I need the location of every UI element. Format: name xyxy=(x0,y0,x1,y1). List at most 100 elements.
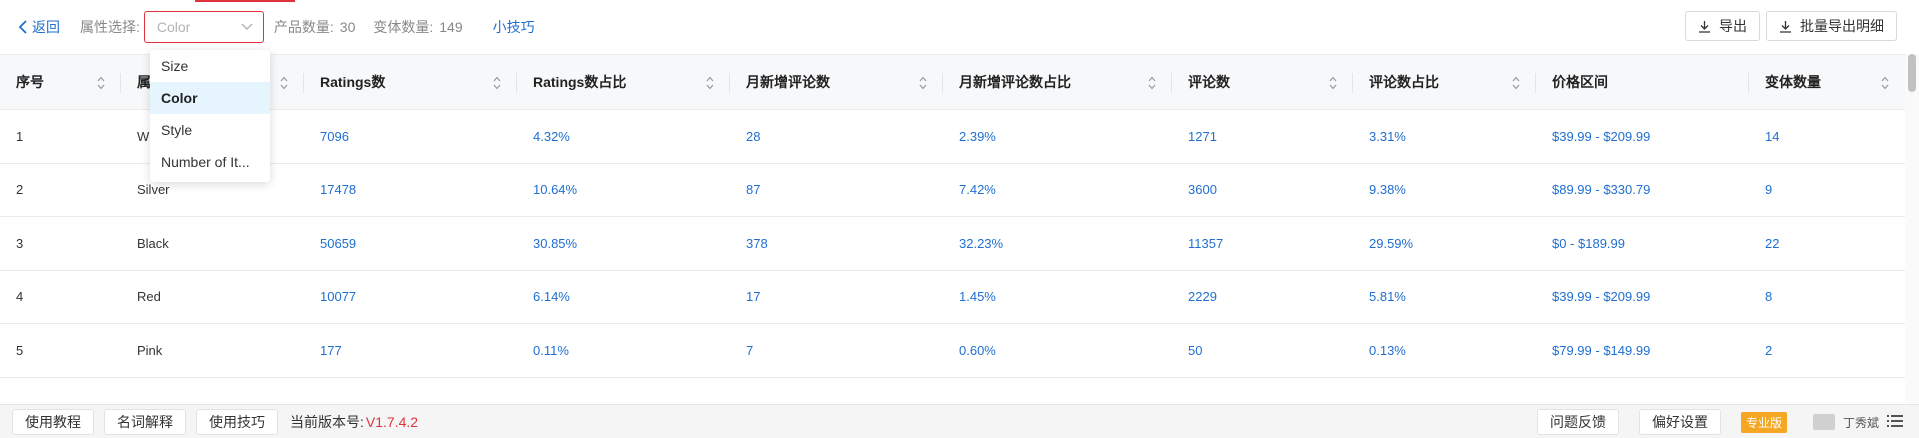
sort-icon[interactable] xyxy=(1329,76,1337,90)
table-cell-link[interactable]: 14 xyxy=(1749,110,1905,163)
dropdown-option-color[interactable]: Color xyxy=(150,82,270,114)
column-header[interactable]: Ratings数占比 xyxy=(517,55,730,109)
table-cell: 3 xyxy=(16,235,24,251)
table-cell-link[interactable]: 2.39% xyxy=(943,110,1172,163)
table-cell-link[interactable]: 8 xyxy=(1749,271,1905,324)
variant-count-label: 变体数量: xyxy=(373,19,434,35)
user-info[interactable]: 丁秀斌 xyxy=(1812,414,1903,431)
table-cell-link[interactable]: 17 xyxy=(730,271,943,324)
table-row: 2 Silver 17478 10.64% 87 7.42% 3600 9.38… xyxy=(0,164,1905,217)
table-cell-link[interactable]: 17478 xyxy=(304,164,517,217)
tips-link[interactable]: 小技巧 xyxy=(493,17,535,37)
table-cell-link[interactable]: 4.32% xyxy=(517,110,730,163)
sort-icon[interactable] xyxy=(706,76,714,90)
column-header-label: 月新增评论数占比 xyxy=(959,74,1071,90)
sort-icon[interactable] xyxy=(280,76,288,90)
sort-icon[interactable] xyxy=(97,76,105,90)
table-cell-link[interactable]: $39.99 - $209.99 xyxy=(1536,271,1749,324)
table-cell: Pink xyxy=(137,342,163,358)
dropdown-option-size[interactable]: Size xyxy=(150,50,270,82)
table-cell-link[interactable]: 87 xyxy=(730,164,943,217)
column-header-label: 序号 xyxy=(16,74,44,90)
table-cell: 4 xyxy=(16,289,24,305)
scrollbar-thumb[interactable] xyxy=(1908,54,1916,92)
column-header-label: 评论数占比 xyxy=(1369,74,1439,90)
variant-count: 变体数量: 149 xyxy=(373,17,462,37)
attribute-select[interactable]: Color xyxy=(143,11,264,43)
table-cell-link[interactable]: 29.59% xyxy=(1353,217,1536,270)
table-cell-link[interactable]: 9.38% xyxy=(1353,164,1536,217)
table-cell-link[interactable]: 1.45% xyxy=(943,271,1172,324)
table-cell-link[interactable]: 5.81% xyxy=(1353,271,1536,324)
table-cell-link[interactable]: 177 xyxy=(304,324,517,377)
dropdown-option-number-of-items[interactable]: Number of It... xyxy=(150,146,270,178)
table-cell-link[interactable]: 0.11% xyxy=(517,324,730,377)
footer-bar: 使用教程 名词解释 使用技巧 当前版本号: V1.7.4.2 问题反馈 偏好设置… xyxy=(0,404,1919,438)
sort-icon[interactable] xyxy=(493,76,501,90)
sort-icon[interactable] xyxy=(1148,76,1156,90)
table-cell-link[interactable]: $79.99 - $149.99 xyxy=(1536,324,1749,377)
table-cell-link[interactable]: 7096 xyxy=(304,110,517,163)
glossary-button[interactable]: 名词解释 xyxy=(104,408,186,435)
tutorial-button[interactable]: 使用教程 xyxy=(12,408,94,435)
export-button[interactable]: 导出 xyxy=(1685,11,1760,41)
sort-icon[interactable] xyxy=(919,76,927,90)
tips-button[interactable]: 使用技巧 xyxy=(196,408,278,435)
back-button[interactable]: 返回 xyxy=(18,17,60,37)
column-header-label: 价格区间 xyxy=(1552,74,1608,90)
preferences-button[interactable]: 偏好设置 xyxy=(1638,409,1721,435)
product-count: 产品数量: 30 xyxy=(274,17,355,37)
batch-export-button[interactable]: 批量导出明细 xyxy=(1766,11,1897,41)
table-cell-link[interactable]: $89.99 - $330.79 xyxy=(1536,164,1749,217)
version-label: 当前版本号: xyxy=(290,413,364,430)
footer-actions: 问题反馈 偏好设置 专业版 丁秀斌 xyxy=(1536,409,1903,435)
table-header: 序号 属 Ratings数 Ratings数占比 月新增评论数 月新增评论数占比… xyxy=(0,54,1905,110)
column-header[interactable]: 评论数占比 xyxy=(1353,55,1536,109)
table-cell-link[interactable]: 10.64% xyxy=(517,164,730,217)
data-table: 序号 属 Ratings数 Ratings数占比 月新增评论数 月新增评论数占比… xyxy=(0,54,1905,378)
column-header[interactable]: 月新增评论数占比 xyxy=(943,55,1172,109)
table-cell-link[interactable]: 9 xyxy=(1749,164,1905,217)
table-cell-link[interactable]: 28 xyxy=(730,110,943,163)
table-cell-link[interactable]: 22 xyxy=(1749,217,1905,270)
table-cell-link[interactable]: 7 xyxy=(730,324,943,377)
column-header[interactable]: 变体数量 xyxy=(1749,55,1905,109)
table-cell-link[interactable]: 2229 xyxy=(1172,271,1353,324)
feedback-button[interactable]: 问题反馈 xyxy=(1536,409,1619,435)
variant-count-value: 149 xyxy=(439,19,463,35)
table-cell-link[interactable]: 10077 xyxy=(304,271,517,324)
table-cell-link[interactable]: 50659 xyxy=(304,217,517,270)
table-cell-link[interactable]: 378 xyxy=(730,217,943,270)
table-cell-link[interactable]: 3600 xyxy=(1172,164,1353,217)
table-cell-link[interactable]: 2 xyxy=(1749,324,1905,377)
table-cell-link[interactable]: 1271 xyxy=(1172,110,1353,163)
column-header: 价格区间 xyxy=(1536,55,1749,109)
table-cell-link[interactable]: 11357 xyxy=(1172,217,1353,270)
table-cell-link[interactable]: 6.14% xyxy=(517,271,730,324)
column-header-label: 变体数量 xyxy=(1765,74,1821,90)
column-header-label: Ratings数占比 xyxy=(533,74,627,90)
table-cell: 2 xyxy=(16,182,24,198)
table-cell-link[interactable]: 32.23% xyxy=(943,217,1172,270)
table-cell-link[interactable]: 3.31% xyxy=(1353,110,1536,163)
product-count-label: 产品数量: xyxy=(273,19,334,35)
table-cell-link[interactable]: 0.13% xyxy=(1353,324,1536,377)
menu-icon[interactable] xyxy=(1887,414,1903,431)
table-cell-link[interactable]: $0 - $189.99 xyxy=(1536,217,1749,270)
export-actions: 导出 批量导出明细 xyxy=(1685,11,1897,41)
table-cell-link[interactable]: 30.85% xyxy=(517,217,730,270)
table-cell-link[interactable]: 7.42% xyxy=(943,164,1172,217)
table-cell-link[interactable]: 0.60% xyxy=(943,324,1172,377)
column-header[interactable]: 序号 xyxy=(0,55,121,109)
table-cell-link[interactable]: $39.99 - $209.99 xyxy=(1536,110,1749,163)
column-header[interactable]: 月新增评论数 xyxy=(730,55,943,109)
table-cell-link[interactable]: 50 xyxy=(1172,324,1353,377)
column-header[interactable]: Ratings数 xyxy=(304,55,517,109)
dropdown-option-style[interactable]: Style xyxy=(150,114,270,146)
table-row: 4 Red 10077 6.14% 17 1.45% 2229 5.81% $3… xyxy=(0,271,1905,324)
column-header[interactable]: 评论数 xyxy=(1172,55,1353,109)
sort-icon[interactable] xyxy=(1512,76,1520,90)
vertical-scrollbar[interactable] xyxy=(1905,54,1919,404)
avatar-icon xyxy=(1812,414,1835,430)
sort-icon[interactable] xyxy=(1881,76,1889,90)
